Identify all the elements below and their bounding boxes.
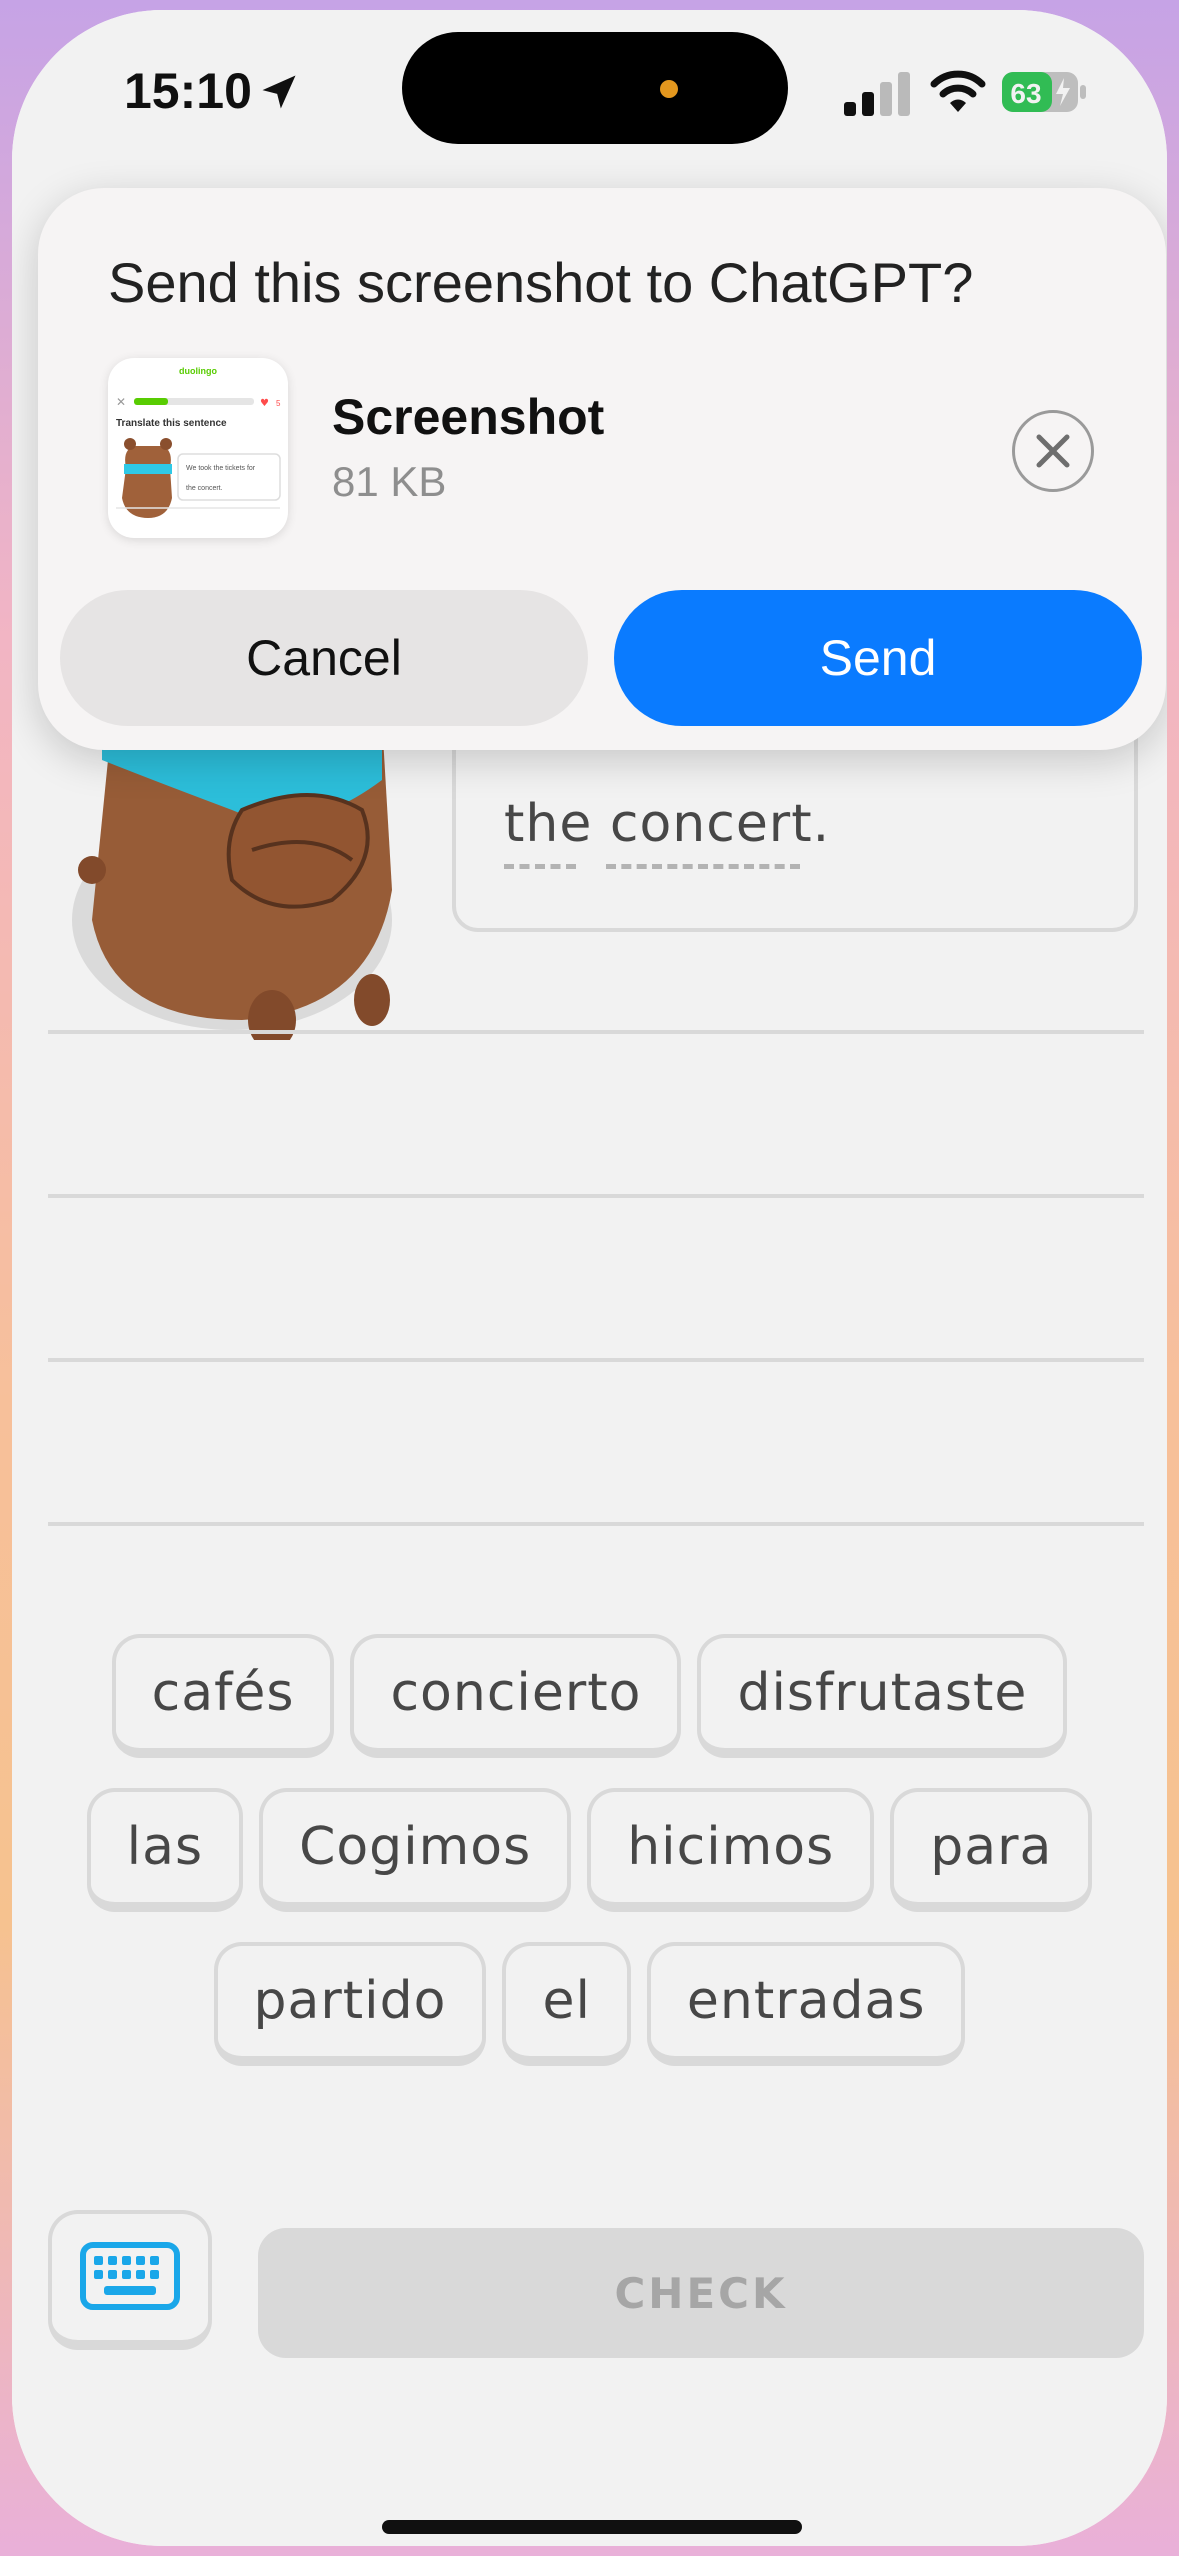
battery-charging-icon: 63 [1002, 70, 1088, 114]
file-size: 81 KB [332, 458, 447, 505]
file-name: Screenshot [332, 389, 605, 445]
phone-screen: 15:10 63 the concert. cafés concierto di… [12, 10, 1167, 2546]
cellular-signal-icon [844, 72, 910, 116]
remove-attachment-button[interactable] [1012, 410, 1094, 492]
word-chip[interactable]: entradas [646, 1942, 966, 2066]
mascot-bear-illustration [72, 720, 392, 1040]
battery-level-text: 63 [1010, 78, 1041, 109]
close-icon [1036, 434, 1070, 468]
answer-line [48, 1194, 1144, 1198]
status-time: 15:10 [124, 63, 252, 119]
thumbnail-heading: Translate this sentence [116, 418, 227, 429]
word-hint-underline [606, 864, 800, 869]
thumbnail-hearts: 5 [276, 399, 281, 408]
status-bar: 15:10 63 [12, 10, 1167, 170]
word-bank-row: las Cogimos hicimos para [12, 1788, 1167, 1912]
word-chip[interactable]: Cogimos [259, 1788, 572, 1912]
location-arrow-icon [262, 75, 296, 109]
word-chip[interactable]: para [890, 1788, 1093, 1912]
send-button[interactable]: Send [614, 590, 1142, 726]
sheet-title: Send this screenshot to ChatGPT? [108, 251, 974, 314]
keyboard-icon [80, 2242, 180, 2310]
word-bank-row: cafés concierto disfrutaste [12, 1634, 1167, 1758]
answer-line [48, 1030, 1144, 1034]
word-chip[interactable]: partido [213, 1942, 487, 2066]
sentence-text: the concert. [504, 794, 831, 854]
word-chip[interactable]: concierto [350, 1634, 682, 1758]
thumbnail-brand: duolingo [179, 366, 217, 376]
thumbnail-bubble-line2: the concert. [186, 485, 223, 492]
word-chip[interactable]: el [502, 1942, 631, 2066]
screenshot-thumbnail: duolingo ✕ ♥ 5 Translate this sentence W… [108, 358, 288, 538]
thumbnail-bubble-line1: We took the tickets for [186, 465, 256, 472]
word-chip[interactable]: hicimos [587, 1788, 875, 1912]
thumbnail-close-icon: ✕ [116, 395, 126, 409]
word-bank-row: partido el entradas [12, 1942, 1167, 2066]
send-screenshot-sheet: Send this screenshot to ChatGPT? duoling… [38, 188, 1166, 750]
thumbnail-heart-icon: ♥ [260, 398, 269, 409]
cancel-button[interactable]: Cancel [60, 590, 588, 726]
check-button[interactable]: CHECK [258, 2228, 1144, 2358]
dynamic-island [402, 32, 788, 144]
home-indicator[interactable] [382, 2520, 802, 2534]
answer-line [48, 1522, 1144, 1526]
keyboard-toggle-button[interactable] [48, 2210, 212, 2350]
word-chip[interactable]: cafés [111, 1634, 335, 1758]
answer-line [48, 1358, 1144, 1362]
wifi-icon [930, 70, 986, 112]
word-hint-underline [504, 864, 576, 869]
word-chip[interactable]: las [86, 1788, 244, 1912]
word-chip[interactable]: disfrutaste [697, 1634, 1068, 1758]
